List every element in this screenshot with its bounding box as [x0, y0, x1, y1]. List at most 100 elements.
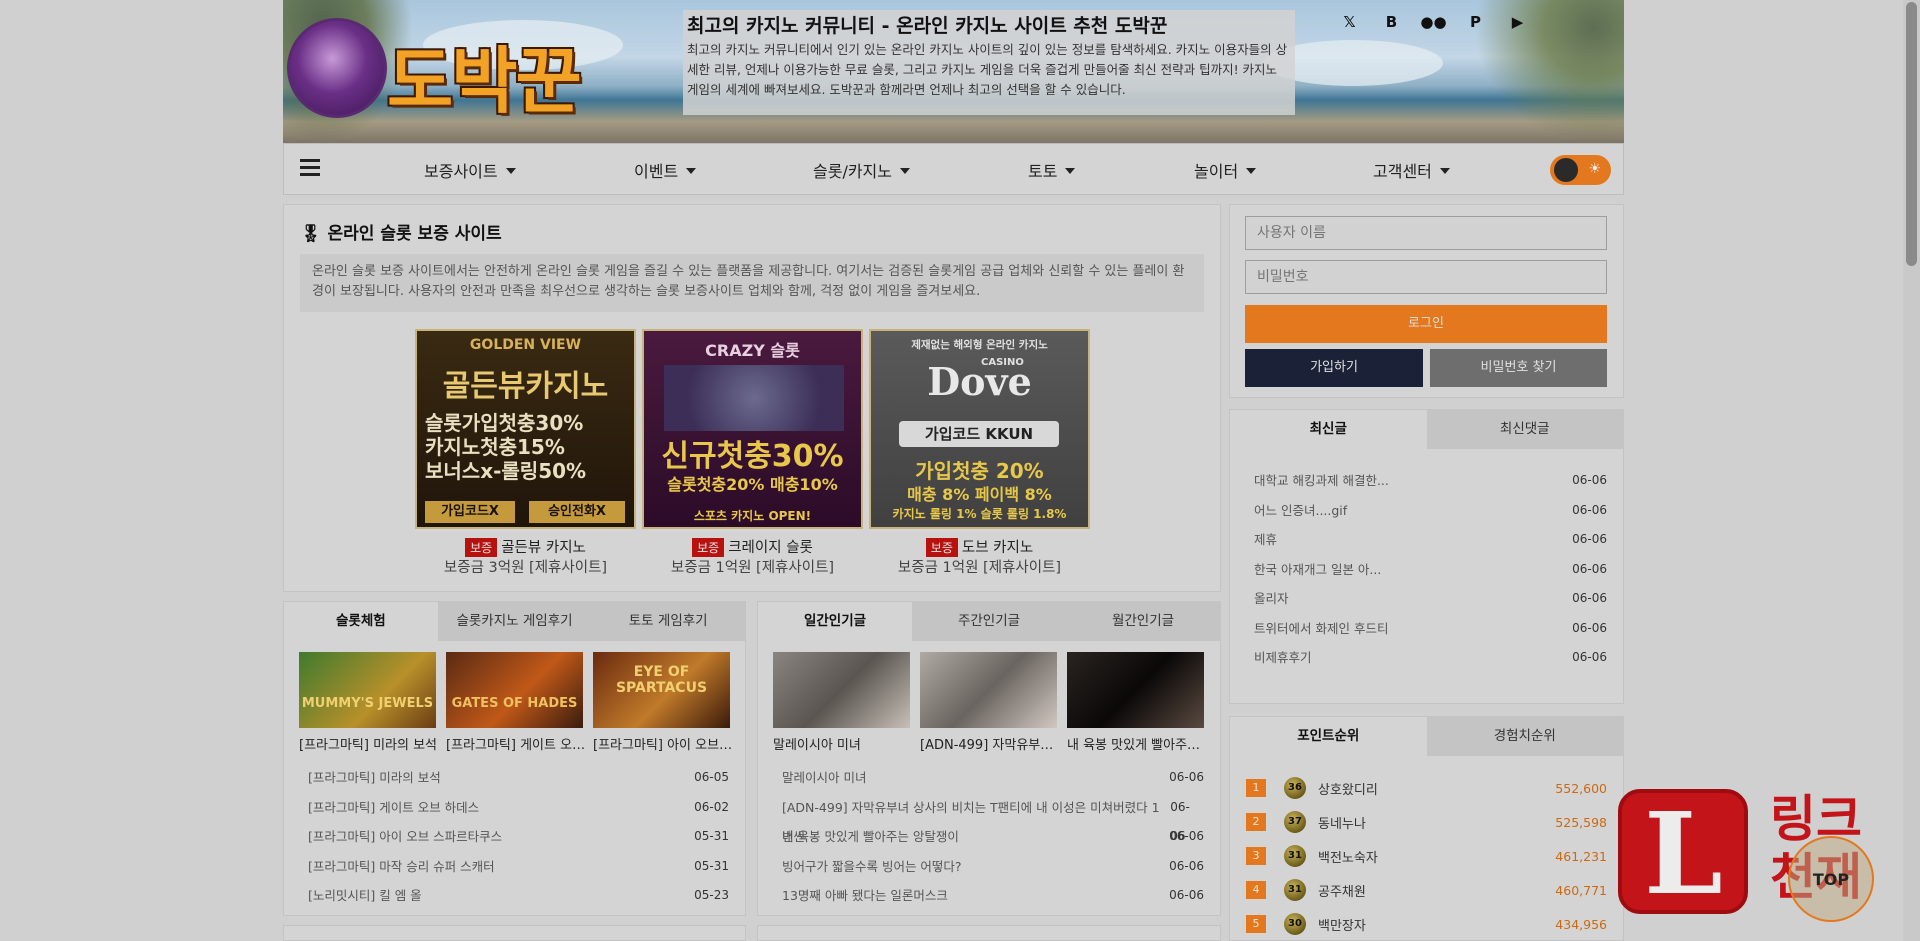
tab-latest-posts[interactable]: 최신글 — [1230, 410, 1427, 449]
thumb-caption[interactable]: 내 육봉 맛있게 빨아주는 앙탈쟁이 — [1067, 734, 1207, 753]
list-item[interactable]: 13명째 아빠 됐다는 일론머스크 06-06 — [782, 881, 1204, 911]
nav-item-support[interactable]: 고객센터 — [1373, 158, 1450, 182]
pinterest-icon[interactable]: P — [1464, 13, 1487, 31]
scroll-top-button[interactable]: TOP — [1788, 836, 1874, 922]
tab-exp-ranking[interactable]: 경험치순위 — [1426, 717, 1623, 756]
scrollbar-thumb[interactable] — [1906, 2, 1917, 266]
ranking-row[interactable]: 5 30 백만장자 434,956 — [1246, 909, 1607, 939]
youtube-icon[interactable]: ▶ — [1506, 13, 1529, 31]
join-button[interactable]: 가입하기 — [1245, 349, 1423, 387]
thumb-eye-of-spartacus[interactable]: EYE OF SPARTACUS — [593, 652, 730, 728]
list-item[interactable]: [프라그마틱] 마작 승리 슈퍼 스캐터 05-31 — [308, 852, 729, 882]
banner-text: CRAZY 슬롯 — [705, 341, 800, 360]
banner-text: 보너스x-롤링50% — [425, 459, 587, 483]
caret-down-icon — [505, 168, 516, 174]
slot-tabs: 슬롯체험 슬롯카지노 게임후기 토토 게임후기 — [284, 602, 746, 641]
hamburger-menu-icon[interactable] — [300, 159, 320, 177]
banner-text: 가입코드X — [425, 501, 515, 523]
banner-caption[interactable]: 보증 도브 카지노 — [869, 536, 1090, 557]
ranking-row[interactable]: 1 36 상호왔디리 552,600 — [1246, 773, 1607, 803]
post-title: [노리밋시티] 킬 엠 올 — [308, 888, 422, 903]
thumb-post-image[interactable] — [920, 652, 1057, 728]
ranking-row[interactable]: 4 31 공주채원 460,771 — [1246, 875, 1607, 905]
intro-title: 최고의 카지노 커뮤니티 - 온라인 카지노 사이트 추천 도박꾼 — [687, 15, 1168, 37]
tab-point-ranking[interactable]: 포인트순위 — [1230, 717, 1427, 756]
link-genius-badge[interactable]: L — [1618, 789, 1748, 920]
tab-latest-comments[interactable]: 최신댓글 — [1426, 410, 1623, 449]
thumb-gates-of-hades[interactable]: GATES OF HADES — [446, 652, 583, 728]
slot-post-list: [프라그마틱] 미라의 보석 06-05 [프라그마틱] 게이트 오브 하데스 06… — [308, 763, 729, 911]
member-name: 백전노숙자 — [1318, 850, 1378, 866]
password-input[interactable] — [1245, 260, 1607, 294]
thumb-caption[interactable]: [프라그마틱] 아이 오브 스파르타쿠스 — [593, 734, 733, 753]
list-item[interactable]: 어느 인증녀....gif 06-06 — [1254, 496, 1607, 526]
banner-text: 제재없는 해외형 온라인 카지노 — [911, 339, 1048, 351]
theme-toggle[interactable]: ☀ — [1550, 155, 1611, 185]
nav-item-guarantee[interactable]: 보증사이트 — [424, 158, 516, 182]
list-item[interactable]: [노리밋시티] 킬 엠 올 05-23 — [308, 881, 729, 911]
next-panel — [757, 925, 1221, 941]
list-item[interactable]: 올리자 06-06 — [1254, 584, 1607, 614]
tab-monthly-popular[interactable]: 월간인기글 — [1066, 602, 1220, 641]
list-item[interactable]: 비제휴후기 06-06 — [1254, 643, 1607, 673]
logo-mascot[interactable] — [287, 18, 387, 118]
member-points: 434,956 — [1555, 916, 1607, 932]
banner-name: 크레이지 슬롯 — [728, 540, 813, 556]
list-item[interactable]: [프라그마틱] 아이 오브 스파르타쿠스 05-31 — [308, 822, 729, 852]
list-item[interactable]: [프라그마틱] 게이트 오브 하데스 06-02 — [308, 793, 729, 823]
rank-number: 5 — [1246, 915, 1266, 933]
list-item[interactable]: 대학교 해킹과제 해결한... 06-06 — [1254, 466, 1607, 496]
site-logo[interactable]: 도박꾼 — [387, 22, 582, 127]
medium-icon[interactable]: ●● — [1420, 13, 1446, 31]
banner-crazy-slot[interactable]: CRAZY 슬롯 신규첫충30% 슬롯첫충20% 매충10% 스포츠 카지노 O… — [642, 329, 863, 529]
latest-post-list: 대학교 해킹과제 해결한... 06-06 어느 인증녀....gif 06-06 … — [1254, 466, 1607, 673]
thumb-caption[interactable]: [프라그마틱] 게이트 오브 하데스 — [446, 734, 586, 753]
list-item[interactable]: [프라그마틱] 미라의 보석 06-05 — [308, 763, 729, 793]
nav-label: 고객센터 — [1373, 162, 1432, 181]
level-badge-icon: 30 — [1284, 913, 1306, 935]
username-input[interactable] — [1245, 216, 1607, 250]
post-date: 06-06 — [1572, 650, 1607, 664]
post-date: 06-06 — [1572, 473, 1607, 487]
nav-item-event[interactable]: 이벤트 — [634, 158, 697, 182]
social-links: 𝕏 B ●● P ▶ — [1338, 13, 1529, 31]
list-item[interactable]: [ADN-499] 자막유부녀 상사의 비치는 T팬티에 내 이성은 미쳐버렸다… — [782, 793, 1204, 845]
tab-slot-experience[interactable]: 슬롯체험 — [284, 602, 438, 641]
thumb-post-image[interactable] — [773, 652, 910, 728]
banner-caption[interactable]: 보증 골든뷰 카지노 — [415, 536, 636, 557]
thumb-mummys-jewels[interactable]: MUMMY'S JEWELS — [299, 652, 436, 728]
latest-tabs: 최신글 최신댓글 — [1230, 410, 1623, 449]
nav-label: 이벤트 — [634, 162, 679, 181]
tab-daily-popular[interactable]: 일간인기글 — [758, 602, 912, 641]
login-button[interactable]: 로그인 — [1245, 305, 1607, 343]
twitter-icon[interactable]: 𝕏 — [1338, 13, 1361, 31]
banner-caption[interactable]: 보증 크레이지 슬롯 — [642, 536, 863, 557]
thumb-post-image[interactable] — [1067, 652, 1204, 728]
banner-dove-casino[interactable]: 제재없는 해외형 온라인 카지노 Dove CASINO 가입코드 KKUN 가… — [869, 329, 1090, 529]
nav-item-slot-casino[interactable]: 슬롯/카지노 — [813, 158, 910, 182]
list-item[interactable]: 제휴 06-06 — [1254, 525, 1607, 555]
banner-golden-view[interactable]: GOLDEN VIEW 골든뷰카지노 슬롯가입첫충30% 카지노첫충15% 보너… — [415, 329, 636, 529]
ranking-row[interactable]: 3 31 백전노숙자 461,231 — [1246, 841, 1607, 871]
tab-weekly-popular[interactable]: 주간인기글 — [912, 602, 1066, 641]
thumb-caption[interactable]: [ADN-499] 자막유부녀 상사의 비치는 T팬티에 내 이성은 미쳐버렸다… — [920, 734, 1060, 753]
list-item[interactable]: 빙어구가 짧을수록 빙어는 어떻다? 06-06 — [782, 852, 1204, 882]
tab-toto-review[interactable]: 토토 게임후기 — [591, 602, 746, 641]
section-title: 🎖 온라인 슬롯 보증 사이트 — [300, 219, 502, 244]
tab-slot-casino-review[interactable]: 슬롯카지노 게임후기 — [437, 602, 592, 641]
find-password-button[interactable]: 비밀번호 찾기 — [1430, 349, 1607, 387]
list-item[interactable]: 한국 아재개그 일본 아... 06-06 — [1254, 555, 1607, 585]
blogger-icon[interactable]: B — [1380, 13, 1403, 31]
thumb-caption[interactable]: 말레이시아 미녀 — [773, 734, 913, 753]
nav-item-playground[interactable]: 놀이터 — [1194, 158, 1257, 182]
list-item[interactable]: 트위터에서 화제인 후드티 06-06 — [1254, 614, 1607, 644]
nav-item-toto[interactable]: 토토 — [1028, 158, 1076, 182]
list-item[interactable]: 내 육봉 맛있게 빨아주는 앙탈쟁이 06-06 — [782, 822, 1204, 852]
popular-posts-panel: 일간인기글 주간인기글 월간인기글 말레이시아 미녀 [ADN-499] 자막유… — [757, 601, 1221, 916]
toggle-knob — [1554, 158, 1578, 182]
thumb-caption[interactable]: [프라그마틱] 미라의 보석 — [299, 734, 439, 753]
page-scrollbar[interactable] — [1903, 0, 1920, 941]
list-item[interactable]: 말레이시아 미녀 06-06 — [782, 763, 1204, 793]
banner-text: 카지노 롤링 1% 슬롯 롤링 1.8% — [892, 507, 1067, 521]
ranking-row[interactable]: 2 37 동네누나 525,598 — [1246, 807, 1607, 837]
